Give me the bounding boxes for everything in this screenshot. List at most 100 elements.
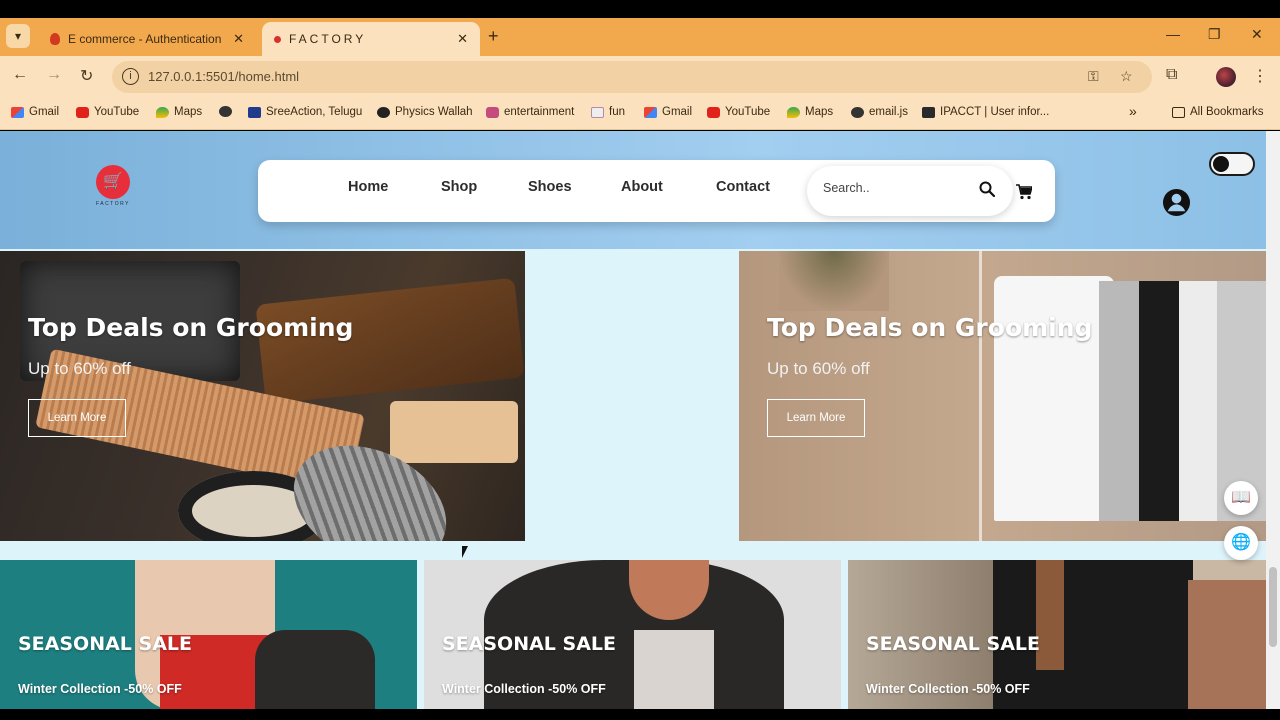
- profile-avatar[interactable]: [1216, 67, 1236, 87]
- bookmark-entertainment[interactable]: entertainment: [486, 106, 574, 118]
- tab-close-icon[interactable]: ✕: [457, 31, 468, 47]
- folder-icon: [1172, 106, 1185, 118]
- entertainment-icon: [486, 106, 499, 118]
- more-bookmarks-chevron-icon[interactable]: »: [1129, 103, 1137, 119]
- screen: ▾ E commerce - Authentication - ✕ FACTOR…: [0, 0, 1280, 720]
- wall-divider-graphic: [979, 251, 982, 541]
- learn-more-button[interactable]: Learn More: [28, 399, 126, 437]
- tab-title: E commerce - Authentication -: [68, 32, 226, 46]
- reload-icon[interactable]: ↻: [80, 66, 93, 86]
- knit-sweater-graphic: [634, 630, 714, 709]
- new-tab-button[interactable]: +: [488, 26, 499, 47]
- close-window-button[interactable]: ✕: [1251, 26, 1263, 43]
- fun-icon: [591, 106, 604, 118]
- all-bookmarks[interactable]: All Bookmarks: [1172, 106, 1264, 118]
- bookmark-physics-wallah[interactable]: Physics Wallah: [377, 106, 473, 118]
- search-icon[interactable]: [979, 181, 995, 197]
- bookmark-maps-2[interactable]: Maps: [787, 106, 833, 118]
- site-logo[interactable]: 🛒 FACTORY: [90, 165, 136, 211]
- tab-ecommerce-auth[interactable]: E commerce - Authentication - ✕: [38, 22, 256, 56]
- search-box: [807, 166, 1013, 216]
- ipacct-icon: [922, 106, 935, 118]
- forward-arrow-icon[interactable]: →: [46, 66, 62, 84]
- browser-toolbar: ← → ↻ i 127.0.0.1:5501/home.html ⚿ ☆ ⧉ ⋮: [0, 56, 1280, 98]
- reader-book-icon[interactable]: 📖: [1224, 481, 1258, 515]
- learn-more-button[interactable]: Learn More: [767, 399, 865, 437]
- card-title: SEASONAL SALE: [18, 633, 193, 655]
- tie-graphic: [1036, 560, 1064, 670]
- youtube-icon: [76, 106, 89, 118]
- tab-close-icon[interactable]: ✕: [233, 31, 244, 47]
- bookmark-globe[interactable]: [219, 106, 232, 117]
- translate-globe-icon[interactable]: 🌐: [1224, 526, 1258, 560]
- nav-contact[interactable]: Contact: [716, 179, 770, 195]
- physics-wallah-icon: [377, 106, 390, 118]
- logo-text: FACTORY: [96, 201, 130, 207]
- toggle-knob: [1213, 156, 1229, 172]
- cart-logo-icon: 🛒: [96, 165, 130, 199]
- bookmark-ipacct[interactable]: IPACCT | User infor...: [922, 106, 1049, 118]
- search-input[interactable]: [823, 181, 973, 195]
- user-account-icon[interactable]: [1162, 188, 1191, 217]
- bookmark-youtube-2[interactable]: YouTube: [707, 106, 770, 118]
- address-bar-url[interactable]: 127.0.0.1:5501/home.html: [148, 69, 299, 84]
- banner-title: Top Deals on Grooming: [767, 313, 1093, 342]
- nav-about[interactable]: About: [621, 179, 663, 195]
- minimize-button[interactable]: —: [1166, 26, 1180, 42]
- bookmark-maps[interactable]: Maps: [156, 106, 202, 118]
- tab-favicon-icon: [50, 33, 60, 45]
- bookmark-star-icon[interactable]: ☆: [1120, 68, 1133, 85]
- bookmark-gmail[interactable]: Gmail: [11, 106, 59, 118]
- soap-bar-graphic: [390, 401, 518, 463]
- youtube-icon: [707, 106, 720, 118]
- nav-home[interactable]: Home: [348, 179, 388, 195]
- promo-banner-grooming: Top Deals on Grooming Up to 60% off Lear…: [0, 251, 525, 541]
- address-bar[interactable]: i 127.0.0.1:5501/home.html ⚿ ☆: [112, 61, 1152, 93]
- nav-shop[interactable]: Shop: [441, 179, 477, 195]
- maps-icon: [156, 106, 169, 118]
- promo-banner-tshirts: Top Deals on Grooming Up to 60% off Lear…: [739, 251, 1266, 541]
- theme-toggle[interactable]: [1209, 152, 1255, 176]
- mouse-cursor-icon: [462, 546, 468, 558]
- web-page: 🛒 FACTORY Home Shop Shoes About Contact: [0, 131, 1280, 709]
- palm-leaf-graphic: [779, 251, 889, 311]
- restore-button[interactable]: ❐: [1208, 26, 1221, 43]
- seasonal-card[interactable]: SEASONAL SALE Winter Collection -50% OFF: [424, 560, 841, 709]
- tab-favicon-icon: [274, 35, 281, 43]
- screen-bottom-border: [0, 709, 1280, 720]
- site-info-icon[interactable]: i: [122, 68, 139, 85]
- seasonal-cards: SEASONAL SALE Winter Collection -50% OFF…: [0, 560, 1266, 709]
- bookmark-youtube[interactable]: YouTube: [76, 106, 139, 118]
- card-subtitle: Winter Collection -50% OFF: [866, 682, 1030, 696]
- card-title: SEASONAL SALE: [866, 633, 1041, 655]
- leather-jacket-graphic: [255, 630, 375, 709]
- page-scrollbar[interactable]: [1266, 131, 1280, 709]
- tab-factory[interactable]: FACTORY ✕: [262, 22, 480, 56]
- globe-icon: [219, 106, 232, 117]
- password-key-icon[interactable]: ⚿: [1088, 68, 1099, 85]
- gmail-icon: [11, 106, 24, 118]
- nav-shoes[interactable]: Shoes: [528, 179, 572, 195]
- scrollbar-thumb[interactable]: [1269, 567, 1277, 647]
- main-nav: Home Shop Shoes About Contact: [258, 160, 1055, 222]
- banner-subtitle: Up to 60% off: [767, 359, 870, 378]
- cart-icon[interactable]: [1016, 184, 1032, 200]
- sreeaction-icon: [248, 106, 261, 118]
- bookmark-sreeaction[interactable]: SreeAction, Telugu: [248, 106, 362, 118]
- tab-search-chevron-icon[interactable]: ▾: [6, 24, 30, 48]
- card-subtitle: Winter Collection -50% OFF: [442, 682, 606, 696]
- bookmark-emailjs[interactable]: email.js: [851, 106, 908, 118]
- maps-icon: [787, 106, 800, 118]
- card-title: SEASONAL SALE: [442, 633, 617, 655]
- seasonal-card[interactable]: SEASONAL SALE Winter Collection -50% OFF: [848, 560, 1266, 709]
- card-subtitle: Winter Collection -50% OFF: [18, 682, 182, 696]
- back-arrow-icon[interactable]: ←: [12, 66, 28, 84]
- banner-subtitle: Up to 60% off: [28, 359, 131, 378]
- bookmark-fun[interactable]: fun: [591, 106, 625, 118]
- browser-tab-strip: ▾ E commerce - Authentication - ✕ FACTOR…: [0, 18, 1280, 56]
- banner-title: Top Deals on Grooming: [28, 313, 354, 342]
- extensions-icon[interactable]: ⧉: [1166, 66, 1177, 84]
- menu-kebab-icon[interactable]: ⋮: [1252, 66, 1268, 86]
- bookmark-gmail-2[interactable]: Gmail: [644, 106, 692, 118]
- seasonal-card[interactable]: SEASONAL SALE Winter Collection -50% OFF: [0, 560, 417, 709]
